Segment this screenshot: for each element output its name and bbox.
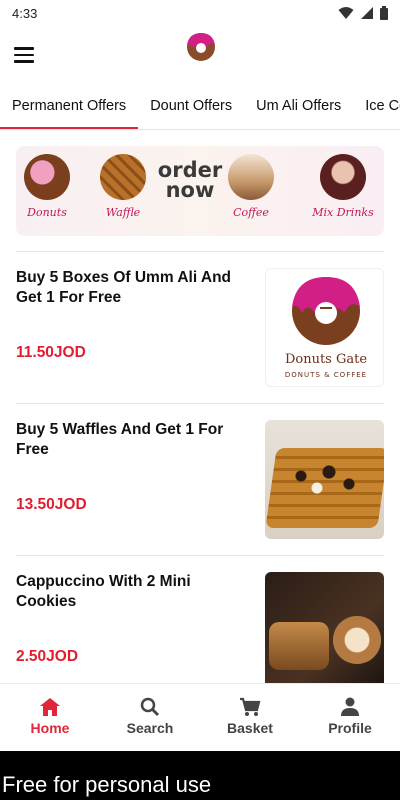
menu-button[interactable]	[12, 43, 36, 67]
waffle-image	[100, 154, 146, 200]
basket-icon	[240, 697, 261, 716]
tab-ice-coffee[interactable]: Ice Coffee	[353, 84, 400, 129]
offer-title: Cappuccino With 2 Mini Cookies	[16, 573, 191, 610]
offer-image-cappuccino	[265, 572, 384, 683]
banner-label: Coffee	[233, 206, 269, 219]
donuts-image	[24, 154, 70, 200]
banner-label: Donuts	[27, 206, 67, 219]
banner-item-donuts: Donuts	[18, 154, 76, 219]
home-icon	[40, 698, 60, 716]
mix-drinks-image	[320, 154, 366, 200]
banner-item-waffle: Waffle	[94, 154, 152, 219]
nav-profile[interactable]: Profile	[300, 684, 400, 751]
offer-card[interactable]: Cappuccino With 2 Mini Cookies 2.50JOD	[16, 572, 384, 683]
watermark-text: Free for personal use	[0, 751, 400, 800]
tab-dount-offers[interactable]: Dount Offers	[138, 84, 244, 129]
wifi-icon	[338, 7, 354, 19]
coffee-image	[228, 154, 274, 200]
logo-subtext: DONUTS & COFFEE	[285, 371, 367, 379]
nav-label: Home	[30, 720, 70, 736]
status-icons	[338, 6, 388, 20]
offer-image-waffle	[265, 420, 384, 539]
nav-search[interactable]: Search	[100, 684, 200, 751]
nav-label: Basket	[227, 720, 273, 736]
nav-home[interactable]: Home	[0, 684, 100, 751]
banner-headline: order now	[157, 158, 223, 202]
offer-image-logo: Donuts Gate DONUTS & COFFEE	[265, 268, 384, 387]
promo-banner[interactable]: Donuts Waffle order now Coffee Mix Drink…	[16, 146, 384, 236]
bottom-nav: Home Search Basket Profile	[0, 683, 400, 751]
offers-list: Donuts Waffle order now Coffee Mix Drink…	[0, 130, 400, 683]
offers-tabs: Permanent Offers Dount Offers Um Ali Off…	[0, 84, 400, 130]
tab-permanent-offers[interactable]: Permanent Offers	[0, 84, 139, 129]
donuts-gate-logo: Donuts Gate DONUTS & COFFEE	[285, 277, 367, 379]
offer-title: Buy 5 Waffles And Get 1 For Free	[16, 421, 224, 458]
logo-text: Donuts Gate	[285, 352, 367, 367]
banner-label: Waffle	[105, 206, 141, 219]
offer-card[interactable]: Buy 5 Waffles And Get 1 For Free 13.50JO…	[16, 420, 384, 540]
status-time: 4:33	[12, 5, 38, 21]
offer-card[interactable]: Buy 5 Boxes Of Umm Ali And Get 1 For Fre…	[16, 268, 384, 388]
banner-item-coffee: Coffee	[222, 154, 280, 219]
offer-title: Buy 5 Boxes Of Umm Ali And Get 1 For Fre…	[16, 269, 232, 306]
nav-label: Search	[126, 720, 174, 736]
profile-icon	[341, 697, 359, 716]
status-bar: 4:33	[0, 0, 400, 26]
menu-icon	[14, 47, 34, 50]
banner-label: Mix Drinks	[312, 206, 374, 219]
nav-label: Profile	[328, 720, 372, 736]
cookie-crumbs	[285, 460, 365, 500]
offer-price: 11.50JOD	[16, 344, 86, 361]
tab-um-ali-offers[interactable]: Um Ali Offers	[244, 84, 353, 129]
battery-icon	[380, 6, 388, 20]
banner-item-mix-drinks: Mix Drinks	[306, 154, 380, 219]
donuts-gate-logo	[182, 33, 220, 74]
search-icon	[140, 697, 159, 716]
nav-basket[interactable]: Basket	[200, 684, 300, 751]
offer-price: 13.50JOD	[16, 496, 87, 513]
divider	[16, 555, 384, 556]
app-bar	[0, 26, 400, 84]
divider	[16, 251, 384, 252]
offer-price: 2.50JOD	[16, 648, 79, 665]
cellular-icon	[361, 7, 373, 19]
divider	[16, 403, 384, 404]
cookie-shape	[269, 622, 329, 670]
cup-shape	[333, 616, 381, 664]
